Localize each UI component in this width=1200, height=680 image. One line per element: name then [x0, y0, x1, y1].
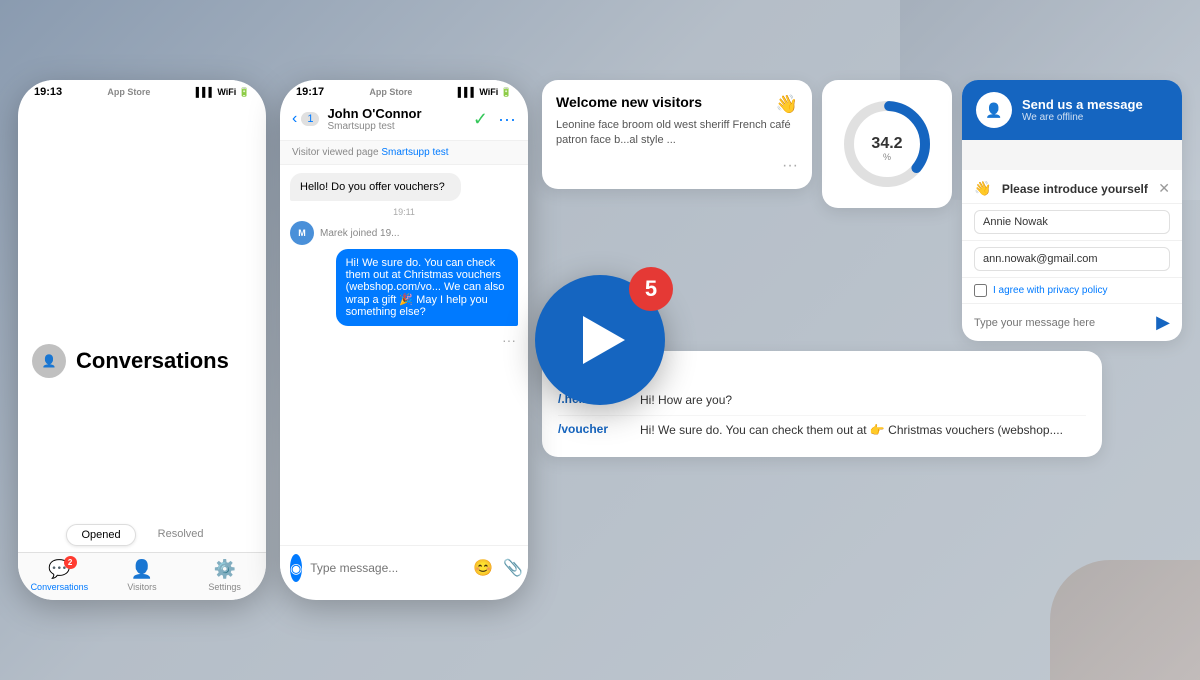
app-store-label-1: App Store — [107, 87, 150, 97]
opened-button[interactable]: Opened — [66, 524, 135, 546]
send-circle-button[interactable]: ◉ — [290, 554, 302, 582]
cw-email-input[interactable] — [974, 247, 1170, 271]
chat-msg-dots: ··· — [290, 332, 518, 350]
visitor-page-link[interactable]: Smartsupp test — [381, 147, 448, 158]
cw-privacy-row: I agree with privacy policy — [962, 278, 1182, 304]
cw-form-title: Please introduce yourself — [1002, 182, 1148, 196]
hand-wave-icon: 👋 — [974, 180, 991, 197]
back-button[interactable]: ‹ 1 — [292, 110, 319, 128]
gauge-svg: 34.2 % — [837, 94, 937, 194]
visitor-card-title: Welcome new visitors — [556, 94, 702, 110]
tab-bar: 💬 2 Conversations 👤 Visitors ⚙️ Settings — [18, 552, 266, 600]
cw-agent-avatar: 👤 — [976, 92, 1012, 128]
episode-badge: 5 — [629, 267, 673, 311]
cw-privacy-label: I agree with privacy policy — [993, 285, 1108, 296]
shortcut-row-1: /voucher Hi! We sure do. You can check t… — [558, 416, 1086, 445]
agent-join-notice: M Marek joined 19... — [290, 221, 518, 245]
chat-contact-sub: Smartsupp test — [327, 121, 464, 132]
conversations-tab-icon: 💬 2 — [48, 559, 70, 580]
vc-dots-area: ··· — [556, 157, 798, 175]
cw-message-input[interactable] — [974, 317, 1150, 329]
play-circle[interactable]: 5 — [535, 275, 665, 405]
wave-icon: 👋 — [776, 94, 798, 115]
checkmark-icon[interactable]: ✓ — [473, 109, 488, 130]
play-overlay[interactable]: 5 — [535, 275, 665, 405]
chat-input-icons: 😊 📎 💬 — [473, 558, 528, 578]
agent-join-text: Marek joined 19... — [320, 228, 400, 239]
settings-tab-icon: ⚙️ — [213, 559, 235, 580]
chat-header: ‹ 1 John O'Connor Smartsupp test ✓ ··· — [280, 102, 528, 141]
visitor-welcome-card: Welcome new visitors 👋 Leonine face broo… — [542, 80, 812, 189]
chat-widget-panel: 👤 Send us a message We are offline 👋 Ple… — [962, 80, 1182, 341]
svg-text:%: % — [883, 152, 891, 162]
conversations-tab-badge: 2 — [64, 556, 77, 569]
chat-timestamp-1: 19:11 — [290, 207, 518, 217]
shortcut-key-1[interactable]: /voucher — [558, 422, 628, 436]
cw-header-text: Send us a message We are offline — [1022, 97, 1143, 123]
chat-header-info: John O'Connor Smartsupp test — [327, 106, 464, 132]
status-icons-2: ▌▌▌ WiFi 🔋 — [458, 87, 512, 98]
tab-visitors[interactable]: 👤 Visitors — [101, 559, 184, 592]
cw-form-header: 👋 Please introduce yourself ✕ — [962, 170, 1182, 204]
gauge-card: 34.2 % — [822, 80, 952, 208]
opened-resolved-bar: Opened Resolved — [18, 516, 266, 552]
status-time-2: 19:17 — [296, 86, 324, 98]
chat-message-input[interactable] — [310, 561, 465, 575]
cw-name-input[interactable] — [974, 210, 1170, 234]
user-avatar: 👤 — [32, 344, 66, 378]
cw-message-bar: ▶ — [962, 304, 1182, 341]
status-bar-1: 19:13 App Store ▌▌▌ WiFi 🔋 — [18, 80, 266, 102]
agent-avatar: M — [290, 221, 314, 245]
visitor-card-content: Leonine face broom old west sheriff Fren… — [556, 118, 798, 149]
chat-msg-visitor-1: Hello! Do you offer vouchers? — [290, 173, 461, 201]
chat-body: Hello! Do you offer vouchers? 19:11 M Ma… — [280, 165, 528, 358]
app-store-label-2: App Store — [369, 87, 412, 97]
status-icons-1: ▌▌▌ WiFi 🔋 — [196, 87, 250, 98]
resolved-button[interactable]: Resolved — [144, 524, 218, 546]
tab-conversations[interactable]: 💬 2 Conversations — [18, 559, 101, 592]
status-time-1: 19:13 — [34, 86, 62, 98]
cw-close-icon[interactable]: ✕ — [1158, 180, 1170, 197]
conversations-tab-label: Conversations — [31, 582, 89, 592]
status-bar-2: 19:17 App Store ▌▌▌ WiFi 🔋 — [280, 80, 528, 102]
more-icon[interactable]: ··· — [498, 109, 516, 130]
cw-title: Send us a message — [1022, 97, 1143, 112]
cw-name-field — [962, 204, 1182, 241]
cw-header: 👤 Send us a message We are offline — [962, 80, 1182, 140]
chat-header-actions: ✓ ··· — [473, 109, 516, 130]
phone1-bottom: Opened Resolved 💬 2 Conversations 👤 Visi… — [18, 516, 266, 600]
visitors-tab-label: Visitors — [127, 582, 156, 592]
vc-header-row: Welcome new visitors 👋 — [556, 94, 798, 118]
settings-tab-label: Settings — [208, 582, 241, 592]
chat-input-bar: ◉ 😊 📎 💬 — [280, 545, 528, 590]
conversations-title: Conversations — [76, 348, 229, 374]
visitor-card-dots[interactable]: ··· — [782, 157, 798, 174]
cw-form: 👋 Please introduce yourself ✕ I agree wi… — [962, 170, 1182, 341]
phone-conversations: 19:13 App Store ▌▌▌ WiFi 🔋 👤 Conversatio… — [18, 80, 266, 600]
attachment-icon[interactable]: 📎 — [503, 558, 523, 578]
cw-body-gray — [962, 140, 1182, 170]
tab-settings[interactable]: ⚙️ Settings — [183, 559, 266, 592]
shortcut-val-1: Hi! We sure do. You can check them out a… — [640, 422, 1063, 439]
emoji-icon[interactable]: 😊 — [473, 558, 493, 578]
svg-text:34.2: 34.2 — [871, 135, 902, 152]
chat-msg-agent-1: Hi! We sure do. You can check them out a… — [336, 249, 518, 326]
cw-email-field — [962, 241, 1182, 278]
cw-privacy-checkbox[interactable] — [974, 284, 987, 297]
cw-status: We are offline — [1022, 112, 1143, 123]
play-triangle-icon — [583, 316, 625, 364]
visitors-tab-icon: 👤 — [131, 559, 153, 580]
cw-send-icon[interactable]: ▶ — [1156, 312, 1170, 333]
phone-chat: 19:17 App Store ▌▌▌ WiFi 🔋 ‹ 1 John O'Co… — [280, 80, 528, 600]
chat-contact-name: John O'Connor — [327, 106, 464, 121]
visitor-bar: Visitor viewed page Smartsupp test — [280, 141, 528, 165]
